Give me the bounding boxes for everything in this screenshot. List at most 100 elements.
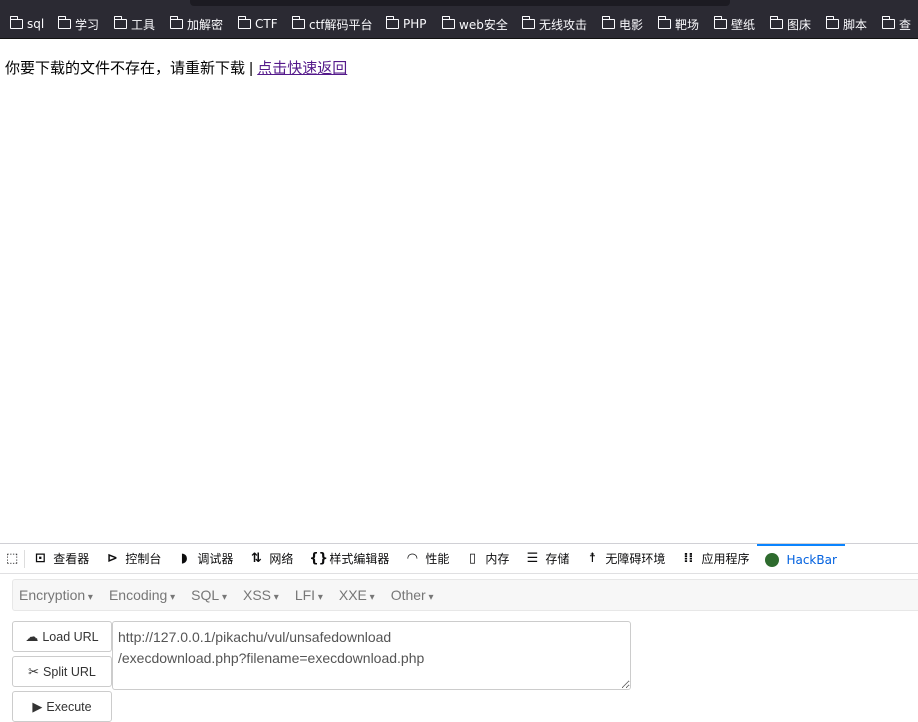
bookmark-label: 学习 (75, 17, 100, 32)
bookmark-item[interactable]: 无线攻击 (522, 15, 587, 33)
folder-icon (658, 16, 671, 29)
network-icon: ⇅ (250, 551, 262, 566)
tab-hackbar[interactable]: HackBar (757, 543, 845, 574)
menu-xss[interactable]: XSS (237, 587, 289, 603)
tab-performance[interactable]: ◠ 性能 (397, 544, 457, 574)
folder-icon (170, 16, 183, 29)
hackbar-icon (765, 552, 780, 567)
folder-icon (238, 16, 251, 29)
execute-button[interactable]: ▶ Execute (12, 691, 112, 722)
tab-label: 无障碍环境 (605, 552, 666, 566)
folder-icon (292, 16, 305, 29)
folder-icon (442, 16, 455, 29)
bookmark-item[interactable]: web安全 (442, 15, 508, 33)
folder-icon (10, 16, 23, 29)
cloud-download-icon: ☁ (25, 628, 39, 644)
hackbar-menu: EncryptionEncodingSQLXSSLFIXXEOther (12, 579, 918, 611)
bookmark-item[interactable]: 靶场 (658, 15, 699, 33)
accessibility-icon: ☨ (588, 551, 596, 566)
bookmark-item[interactable]: 壁纸 (714, 15, 755, 33)
bookmark-item[interactable]: 学习 (58, 15, 99, 33)
load-url-button[interactable]: ☁ Load URL (12, 621, 112, 652)
tab-console[interactable]: ⊳ 控制台 (97, 544, 169, 574)
bookmark-item[interactable]: 加解密 (170, 15, 223, 33)
menu-lfi[interactable]: LFI (289, 587, 333, 603)
tab-accessibility[interactable]: ☨ 无障碍环境 (577, 544, 673, 574)
menu-xxe[interactable]: XXE (333, 587, 385, 603)
bookmark-item[interactable]: ctf解码平台 (292, 15, 373, 33)
play-icon: ▶ (32, 698, 43, 714)
tab-application[interactable]: ⁞⁞ 应用程序 (673, 544, 757, 574)
bookmark-item[interactable]: 图床 (770, 15, 811, 33)
performance-icon: ◠ (407, 551, 418, 566)
tab-inspector[interactable]: ⊡ 查看器 (25, 544, 97, 574)
tab-memory[interactable]: ▯ 内存 (457, 544, 517, 574)
tab-network[interactable]: ⇅ 网络 (241, 544, 301, 574)
bookmark-label: PHP (403, 17, 427, 31)
execute-label: Execute (46, 699, 92, 714)
tab-debugger[interactable]: ◗ 调试器 (169, 544, 241, 574)
bookmark-label: 加解密 (187, 17, 224, 32)
tab-label: 网络 (269, 552, 294, 566)
inspector-icon: ⊡ (34, 551, 46, 566)
debugger-icon: ◗ (180, 551, 188, 566)
folder-icon (770, 16, 783, 29)
menu-encoding[interactable]: Encoding (103, 587, 185, 603)
tab-label: 样式编辑器 (329, 552, 390, 566)
bookmark-item[interactable]: 工具 (114, 15, 155, 33)
folder-icon (58, 16, 71, 29)
scissors-icon: ✂ (28, 663, 40, 679)
back-link[interactable]: 点击快速返回 (257, 60, 347, 77)
bookmark-item[interactable]: sql (10, 15, 44, 33)
folder-icon (714, 16, 727, 29)
tab-label: 存储 (545, 552, 570, 566)
bookmark-label: CTF (255, 17, 278, 31)
memory-icon: ▯ (468, 551, 476, 566)
tab-label: 查看器 (53, 552, 90, 566)
tab-label: 控制台 (125, 552, 162, 566)
bookmark-item[interactable]: 电影 (602, 15, 643, 33)
style-editor-icon: {} (309, 551, 328, 566)
bookmark-item[interactable]: CTF (238, 15, 278, 33)
tab-label: 性能 (425, 552, 450, 566)
folder-icon (522, 16, 535, 29)
bookmark-label: 无线攻击 (539, 17, 588, 32)
bookmark-item[interactable]: 查 (882, 15, 911, 33)
menu-sql[interactable]: SQL (185, 587, 237, 603)
tab-label: 内存 (485, 552, 510, 566)
bookmark-label: sql (27, 17, 45, 31)
bookmarks-toolbar: sql 学习 工具 加解密 CTF ctf解码平台 PHP web安全 无线攻击 电影 靶场 壁纸 图床… (0, 0, 918, 39)
error-text: 你要下载的文件不存在，请重新下载 | (5, 60, 258, 77)
devtools-panel: ⬚ ⊡ 查看器 ⊳ 控制台 ◗ 调试器 ⇅ 网络 {} 样式编辑器 ◠ 性能 ▯ 内存 ☰ 存储 ☨ 无障碍环境 ⁞… (0, 543, 918, 722)
bookmark-label: 脚本 (843, 17, 868, 32)
tab-label: 应用程序 (701, 552, 750, 566)
bookmark-label: 靶场 (675, 17, 700, 32)
menu-other[interactable]: Other (385, 587, 444, 603)
menu-encryption[interactable]: Encryption (13, 587, 103, 603)
bookmark-label: web安全 (459, 17, 508, 32)
load-url-label: Load URL (42, 629, 99, 644)
folder-icon (602, 16, 615, 29)
url-textarea[interactable]: http://127.0.0.1/pikachu/vul/unsafedownl… (112, 621, 631, 690)
tab-label: HackBar (786, 552, 837, 567)
bookmark-label: 电影 (619, 17, 644, 32)
page-message: 你要下载的文件不存在，请重新下载 | 点击快速返回 (5, 57, 347, 78)
bookmark-item[interactable]: 脚本 (826, 15, 867, 33)
element-picker-button[interactable]: ⬚ (0, 549, 26, 568)
devtools-tabbar: ⬚ ⊡ 查看器 ⊳ 控制台 ◗ 调试器 ⇅ 网络 {} 样式编辑器 ◠ 性能 ▯ 内存 ☰ 存储 ☨ 无障碍环境 ⁞… (0, 543, 918, 574)
split-url-button[interactable]: ✂ Split URL (12, 656, 112, 687)
picker-icon: ⬚ (6, 551, 19, 566)
folder-icon (386, 16, 399, 29)
storage-icon: ☰ (526, 551, 539, 566)
bookmark-label: 查 (899, 17, 912, 32)
url-bar-edge (190, 0, 730, 6)
bookmark-label: 工具 (131, 17, 156, 32)
folder-icon (114, 16, 127, 29)
split-url-label: Split URL (43, 664, 96, 679)
tab-style-editor[interactable]: {} 样式编辑器 (301, 544, 397, 574)
folder-icon (826, 16, 839, 29)
tab-storage[interactable]: ☰ 存储 (517, 544, 577, 574)
folder-icon (882, 16, 895, 29)
bookmark-item[interactable]: PHP (386, 15, 427, 33)
bookmark-label: 图床 (787, 17, 812, 32)
